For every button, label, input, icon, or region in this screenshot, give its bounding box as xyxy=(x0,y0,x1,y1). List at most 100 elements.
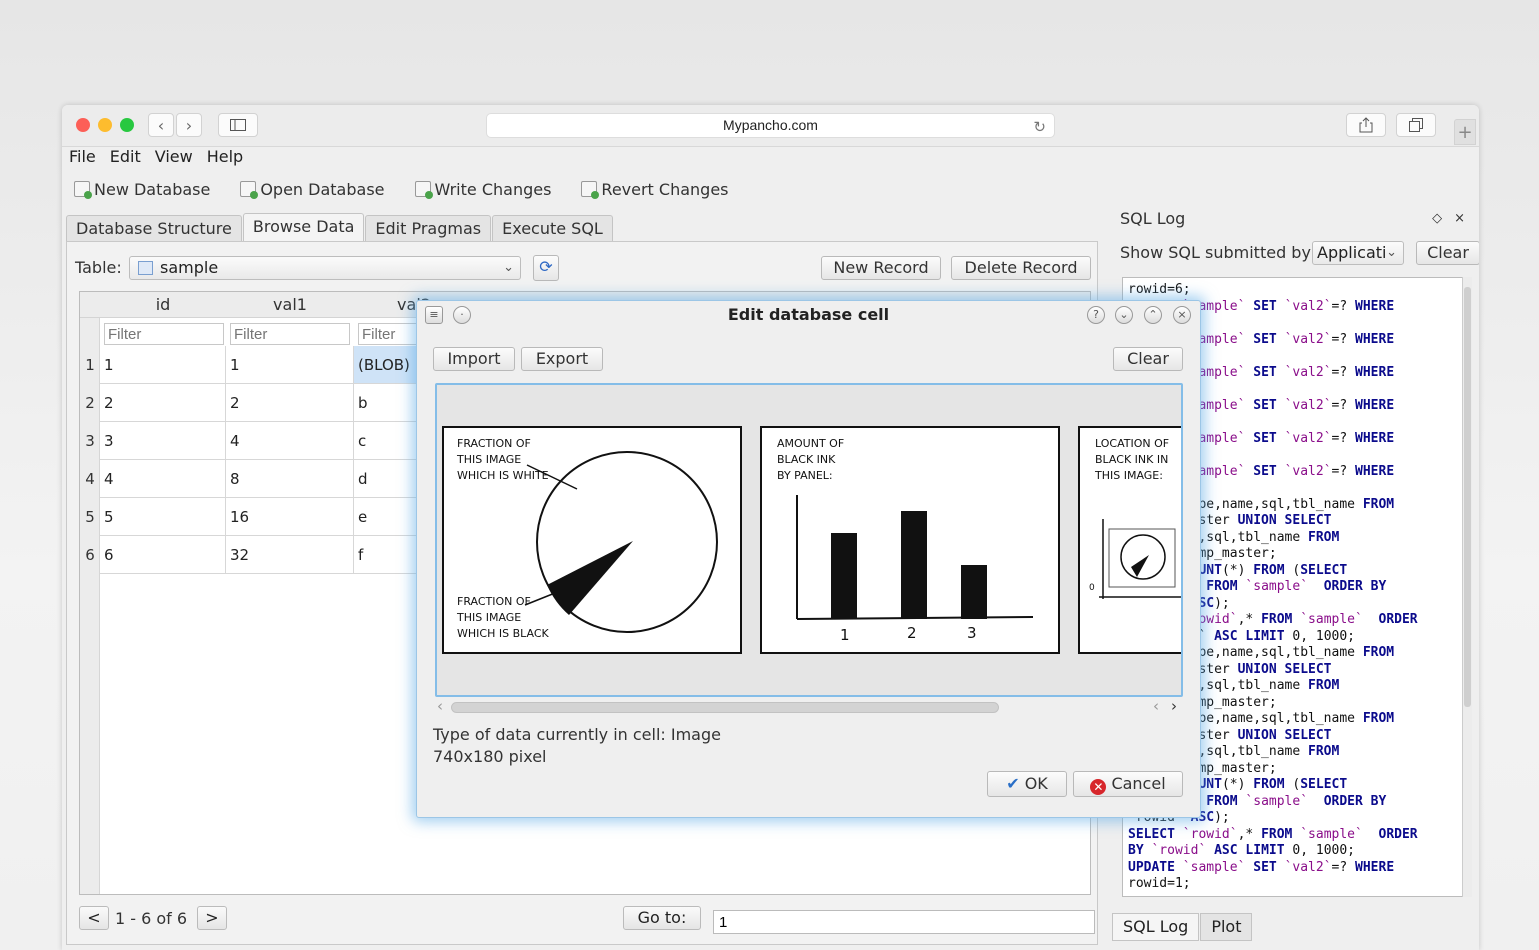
new-tab-button[interactable]: + xyxy=(1454,119,1476,145)
menu-file[interactable]: File xyxy=(69,147,96,171)
write-changes-button[interactable]: Write Changes xyxy=(414,175,551,203)
cancel-label: Cancel xyxy=(1111,774,1166,793)
row-number[interactable]: 5 xyxy=(80,508,100,526)
new-database-button[interactable]: New Database xyxy=(74,175,210,203)
close-window-button[interactable] xyxy=(76,118,90,132)
tab-sql-log[interactable]: SQL Log xyxy=(1112,913,1200,941)
menu-view[interactable]: View xyxy=(155,147,193,171)
help-icon[interactable]: ? xyxy=(1087,306,1105,324)
chevron-right-icon: › xyxy=(185,115,193,135)
tabs-overview-button[interactable] xyxy=(1396,113,1436,137)
new-record-button[interactable]: New Record xyxy=(821,256,941,280)
scroll-left-icon[interactable]: ‹ xyxy=(437,697,443,715)
zoom-window-button[interactable] xyxy=(120,118,134,132)
import-button[interactable]: Import xyxy=(433,347,515,371)
sql-log-scrollbar[interactable] xyxy=(1462,277,1472,897)
hscroll-thumb[interactable] xyxy=(451,702,999,713)
tab-plot[interactable]: Plot xyxy=(1200,913,1253,941)
url-text: Mypancho.com xyxy=(723,117,818,133)
sidebar-toggle-button[interactable] xyxy=(218,113,258,137)
column-header-val1[interactable]: val1 xyxy=(226,292,354,318)
table-cell[interactable]: 4 xyxy=(100,460,226,498)
table-cell[interactable]: 8 xyxy=(226,460,354,498)
table-cell[interactable]: 32 xyxy=(226,536,354,574)
export-button[interactable]: Export xyxy=(521,347,603,371)
table-cell[interactable]: 1 xyxy=(100,346,226,384)
table-cell[interactable]: 2 xyxy=(100,384,226,422)
show-sql-label: Show SQL submitted by xyxy=(1120,243,1311,262)
delete-record-button[interactable]: Delete Record xyxy=(951,256,1091,280)
new-database-label: New Database xyxy=(94,179,211,199)
cancel-button[interactable]: ✕ Cancel xyxy=(1073,771,1183,797)
menu-edit[interactable]: Edit xyxy=(110,147,141,171)
open-database-button[interactable]: Open Database xyxy=(240,175,385,203)
sql-source-select[interactable]: Applicati ⌄ xyxy=(1312,241,1404,265)
table-label: Table: xyxy=(75,258,122,277)
tab-execute-sql[interactable]: Execute SQL xyxy=(492,215,613,241)
bar-3 xyxy=(961,565,987,619)
tab-database-structure[interactable]: Database Structure xyxy=(66,215,242,241)
sql-log-clear-button[interactable]: Clear xyxy=(1416,241,1479,265)
reload-icon[interactable]: ↻ xyxy=(1033,116,1046,139)
sql-source-value: Applicati xyxy=(1317,243,1387,262)
table-cell[interactable]: 4 xyxy=(226,422,354,460)
revert-changes-button[interactable]: Revert Changes xyxy=(581,175,729,203)
float-icon[interactable]: ◇ xyxy=(1432,211,1454,226)
table-cell[interactable]: 16 xyxy=(226,498,354,536)
table-cell[interactable]: 5 xyxy=(100,498,226,536)
close-icon[interactable]: × xyxy=(1454,211,1477,226)
refresh-icon: ⟳ xyxy=(539,257,553,276)
tab-browse-data[interactable]: Browse Data xyxy=(242,213,365,241)
row-number[interactable]: 2 xyxy=(80,394,100,412)
table-select[interactable]: sample ⌄ xyxy=(129,256,521,280)
forward-button[interactable]: › xyxy=(176,113,202,137)
scroll-right-icon[interactable]: › xyxy=(1171,697,1177,715)
goto-button[interactable]: Go to: xyxy=(623,906,701,930)
bar-tick-3: 3 xyxy=(967,624,977,642)
share-icon xyxy=(1359,117,1373,133)
loc-axis-zero: 0 xyxy=(1089,583,1095,593)
image-viewer[interactable]: FRACTION OF THIS IMAGE WHICH IS WHITE FR… xyxy=(435,383,1183,697)
sidebar-icon xyxy=(230,119,246,131)
cell-type-text: Type of data currently in cell: Image xyxy=(433,725,721,744)
row-number[interactable]: 6 xyxy=(80,546,100,564)
minimize-window-button[interactable] xyxy=(98,118,112,132)
open-database-label: Open Database xyxy=(260,179,385,199)
dialog-title: Edit database cell xyxy=(727,305,890,324)
bar-tick-1: 1 xyxy=(840,626,850,644)
prev-page-button[interactable]: < xyxy=(79,906,109,930)
image-hscrollbar[interactable]: ‹ ‹ › xyxy=(435,697,1183,715)
new-database-icon xyxy=(74,181,92,199)
check-icon: ✔ xyxy=(1006,774,1020,793)
row-number[interactable]: 4 xyxy=(80,470,100,488)
table-cell[interactable]: 1 xyxy=(226,346,354,384)
goto-input[interactable] xyxy=(713,910,1095,934)
main-toolbar: New Database Open Database Write Changes… xyxy=(62,175,729,203)
filter-input-val1[interactable] xyxy=(230,323,350,345)
row-number[interactable]: 3 xyxy=(80,432,100,450)
address-bar[interactable]: Mypancho.com ↻ xyxy=(486,113,1055,138)
dialog-clear-button[interactable]: Clear xyxy=(1113,347,1183,371)
close-icon[interactable]: × xyxy=(1173,306,1191,324)
row-number[interactable]: 1 xyxy=(80,356,100,374)
maximize-icon[interactable]: ⌃ xyxy=(1144,306,1162,324)
back-button[interactable]: ‹ xyxy=(148,113,174,137)
ok-button[interactable]: ✔ OK xyxy=(987,771,1067,797)
table-cell[interactable]: 6 xyxy=(100,536,226,574)
minimize-icon[interactable]: ⌄ xyxy=(1115,306,1133,324)
scroll-thumb[interactable] xyxy=(1464,287,1471,707)
scroll-left-icon[interactable]: ‹ xyxy=(1153,697,1159,715)
table-cell[interactable]: 3 xyxy=(100,422,226,460)
next-page-button[interactable]: > xyxy=(197,906,227,930)
table-icon xyxy=(138,261,153,275)
write-changes-icon xyxy=(414,181,433,199)
refresh-table-button[interactable]: ⟳ xyxy=(533,255,559,281)
share-button[interactable] xyxy=(1346,113,1386,137)
filter-input-id[interactable] xyxy=(104,323,224,345)
tab-edit-pragmas[interactable]: Edit Pragmas xyxy=(365,215,492,241)
pane-controls: ◇× xyxy=(1432,211,1477,226)
table-cell[interactable]: 2 xyxy=(226,384,354,422)
column-header-id[interactable]: id xyxy=(100,292,226,318)
page-info: 1 - 6 of 6 xyxy=(115,909,188,928)
menu-help[interactable]: Help xyxy=(207,147,243,171)
